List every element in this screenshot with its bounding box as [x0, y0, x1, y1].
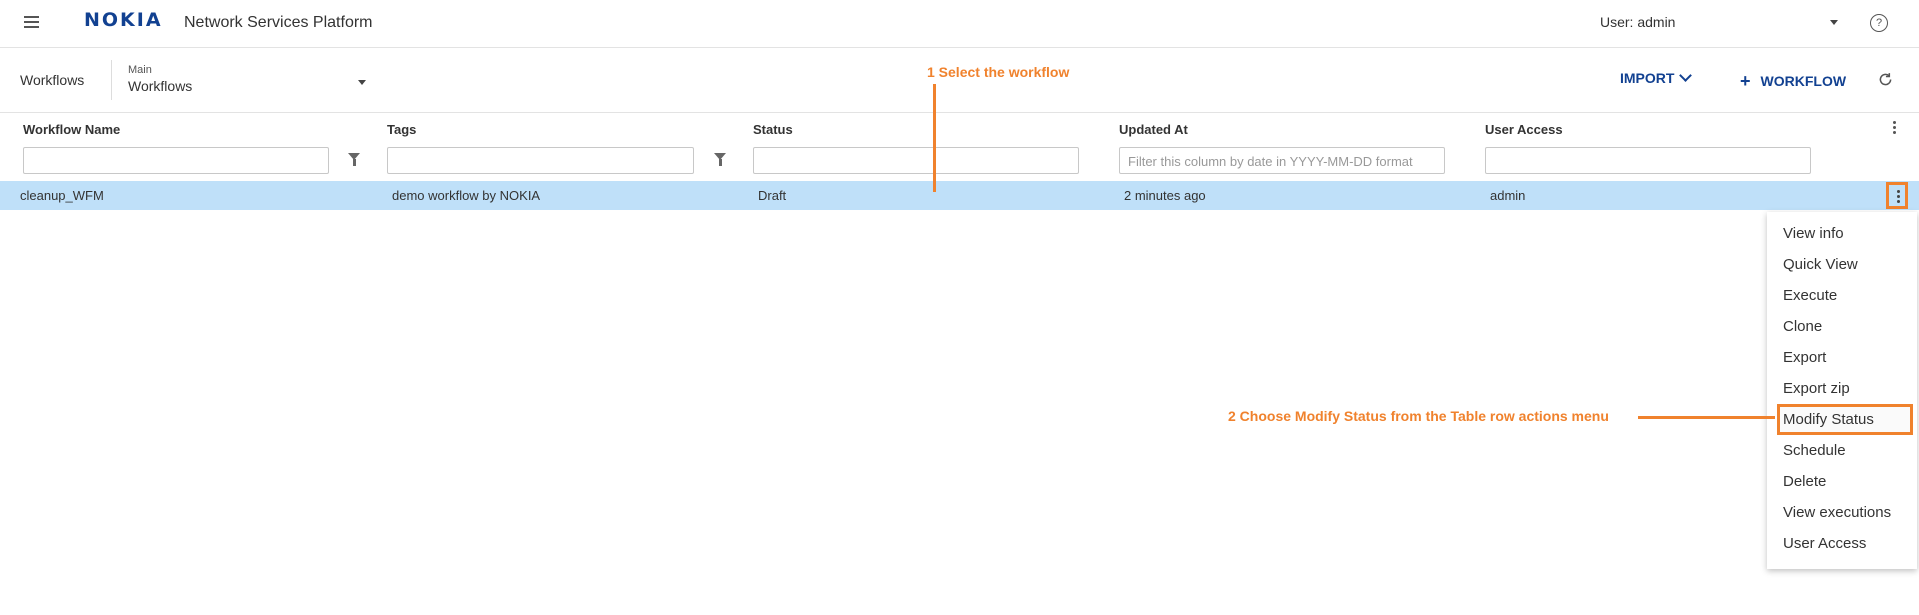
status-filter-input[interactable] — [753, 147, 1079, 174]
menu-item-user-access[interactable]: User Access — [1767, 528, 1917, 559]
cell-user-access: admin — [1490, 188, 1526, 203]
refresh-icon[interactable] — [1877, 71, 1894, 88]
selector-label: Main — [128, 64, 152, 76]
menu-item-view-info[interactable]: View info — [1767, 218, 1917, 249]
divider — [111, 60, 112, 100]
menu-item-export-zip[interactable]: Export zip — [1767, 373, 1917, 404]
filter-icon[interactable] — [714, 153, 726, 166]
cell-status: Draft — [758, 188, 787, 203]
nokia-logo: NOKIA — [84, 9, 163, 31]
updated-at-filter-input[interactable]: Filter this column by date in YYYY-MM-DD… — [1119, 147, 1445, 174]
view-selector[interactable]: Workflows — [128, 78, 192, 94]
table-row[interactable]: cleanup_WFM demo workflow by NOKIA Draft… — [0, 181, 1919, 210]
annotation-step-1: 1 Select the workflow — [927, 64, 1070, 80]
plus-icon: + — [1740, 71, 1751, 91]
filter-row: Filter this column by date in YYYY-MM-DD… — [0, 145, 1919, 179]
annotation-step-2: 2 Choose Modify Status from the Table ro… — [1228, 408, 1609, 424]
row-actions-menu: View info Quick View Execute Clone Expor… — [1767, 212, 1917, 569]
cell-tags: demo workflow by NOKIA — [392, 188, 541, 203]
column-header-status[interactable]: Status — [753, 122, 793, 137]
column-menu-icon[interactable] — [1893, 121, 1897, 136]
menu-item-export[interactable]: Export — [1767, 342, 1917, 373]
chevron-down-icon — [1679, 69, 1693, 82]
table-header: Workflow Name Tags Status Updated At Use… — [0, 113, 1919, 145]
top-header: NOKIA Network Services Platform User: ad… — [0, 0, 1919, 48]
user-access-filter-input[interactable] — [1485, 147, 1811, 174]
menu-item-view-executions[interactable]: View executions — [1767, 497, 1917, 528]
chevron-down-icon[interactable] — [358, 80, 366, 85]
app-title: Network Services Platform — [184, 14, 373, 31]
row-actions-kebab-icon[interactable] — [1886, 182, 1908, 209]
user-menu-label[interactable]: User: admin — [1600, 14, 1675, 30]
chevron-down-icon[interactable] — [1830, 20, 1838, 25]
import-button-label: IMPORT — [1620, 70, 1675, 86]
cell-workflow-name: cleanup_WFM — [20, 188, 104, 203]
add-workflow-button[interactable]: + WORKFLOW — [1740, 70, 1846, 91]
column-header-workflow-name[interactable]: Workflow Name — [23, 122, 120, 137]
menu-item-clone[interactable]: Clone — [1767, 311, 1917, 342]
menu-item-schedule[interactable]: Schedule — [1767, 435, 1917, 466]
workflow-name-filter-input[interactable] — [23, 147, 329, 174]
sub-header: Workflows Main Workflows IMPORT + WORKFLO… — [0, 48, 1919, 113]
filter-icon[interactable] — [348, 153, 360, 166]
annotation-line-1 — [933, 84, 936, 192]
menu-item-quick-view[interactable]: Quick View — [1767, 249, 1917, 280]
help-icon[interactable]: ? — [1870, 14, 1888, 32]
menu-item-modify-status[interactable]: Modify Status — [1777, 404, 1913, 435]
column-header-user-access[interactable]: User Access — [1485, 122, 1563, 137]
column-header-tags[interactable]: Tags — [387, 122, 416, 137]
import-button[interactable]: IMPORT — [1620, 69, 1693, 86]
annotation-line-2 — [1638, 416, 1775, 419]
hamburger-icon[interactable] — [24, 16, 42, 30]
menu-item-delete[interactable]: Delete — [1767, 466, 1917, 497]
menu-item-execute[interactable]: Execute — [1767, 280, 1917, 311]
column-header-updated-at[interactable]: Updated At — [1119, 122, 1188, 137]
breadcrumb: Workflows — [20, 72, 85, 88]
add-workflow-label: WORKFLOW — [1760, 73, 1847, 89]
cell-updated-at: 2 minutes ago — [1124, 188, 1206, 203]
tags-filter-input[interactable] — [387, 147, 694, 174]
